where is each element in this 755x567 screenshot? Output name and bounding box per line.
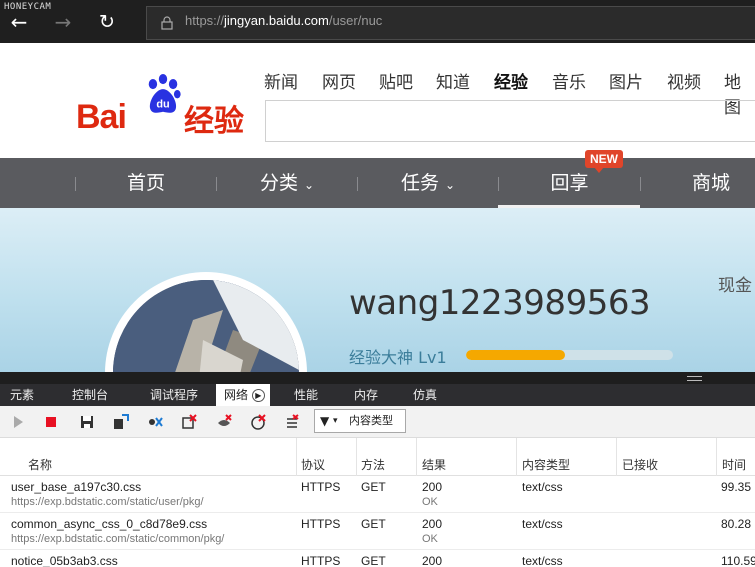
top-link-zhidao[interactable]: 知道 <box>436 68 470 93</box>
tab-memory[interactable]: 内存 <box>344 384 388 406</box>
request-method: GET <box>361 480 386 494</box>
request-status: 200 <box>422 517 443 531</box>
request-content-type: text/css <box>522 480 563 494</box>
lock-icon <box>161 16 173 30</box>
request-protocol: HTTPS <box>301 480 341 494</box>
request-status: 200 <box>422 554 443 567</box>
top-link-tieba[interactable]: 贴吧 <box>379 68 413 93</box>
request-name: user_base_a197c30.css <box>11 480 142 494</box>
request-status-text: OK <box>422 533 438 545</box>
tab-network-label: 网络 <box>224 388 249 402</box>
tab-console[interactable]: 控制台 <box>62 384 118 406</box>
refresh-icon[interactable]: ↻ <box>94 9 120 35</box>
tab-debugger[interactable]: 调试程序 <box>140 384 208 406</box>
column-protocol[interactable]: 协议 <box>301 456 325 473</box>
play-icon[interactable] <box>10 414 26 430</box>
username: wang1223989563 <box>349 283 651 323</box>
table-row[interactable]: user_base_a197c30.css https://exp.bdstat… <box>0 476 755 513</box>
clear-on-navigate-icon[interactable] <box>147 414 163 430</box>
top-link-jingyan[interactable]: 经验 <box>494 68 528 93</box>
nav-mall[interactable]: 商城 <box>641 158 755 208</box>
logo-jingyan-text: 经验 <box>184 104 244 139</box>
stop-icon[interactable] <box>43 414 59 430</box>
nav-tasks-label: 任务 <box>400 172 439 194</box>
devtools-resize-handle[interactable] <box>0 372 755 384</box>
level-progress-fill <box>466 350 566 360</box>
request-name: notice_05b3ab3.css <box>11 554 118 567</box>
request-status: 200 <box>422 480 443 494</box>
logo-du-text: du <box>156 99 169 111</box>
cash-label[interactable]: 现金 <box>718 271 752 296</box>
chevron-down-icon: ▾ <box>333 416 338 426</box>
nav-category-label: 分类 <box>259 172 298 194</box>
arrow-right-icon[interactable]: → <box>50 9 76 35</box>
address-bar[interactable]: https://jingyan.baidu.com/user/nuc <box>146 6 755 40</box>
content-type-filter[interactable]: ▼ ▾ 内容类型 <box>314 409 406 433</box>
profile-banner: wang1223989563 经验大神 Lv1 现金 <box>0 208 755 474</box>
filter-label: 内容类型 <box>349 414 393 427</box>
network-table-header: 名称 协议 方法 结果 内容类型 已接收 时间 <box>0 438 755 476</box>
request-name: common_async_css_0_c8d78e9.css <box>11 517 208 531</box>
browser-toolbar: HONEYCAM ← → ↻ https://jingyan.baidu.com… <box>0 0 755 43</box>
request-path: https://exp.bdstatic.com/static/user/pkg… <box>11 496 204 508</box>
top-link-video[interactable]: 视频 <box>667 68 701 93</box>
top-link-music[interactable]: 音乐 <box>552 68 586 93</box>
chevron-down-icon: ⌄ <box>304 178 315 192</box>
column-result[interactable]: 结果 <box>422 456 446 473</box>
clear-cache-icon[interactable] <box>216 414 232 430</box>
always-refresh-icon[interactable] <box>284 414 300 430</box>
table-row[interactable]: common_async_css_0_c8d78e9.css https://e… <box>0 513 755 550</box>
column-content-type[interactable]: 内容类型 <box>522 456 570 473</box>
request-protocol: HTTPS <box>301 554 341 567</box>
baidu-jingyan-logo[interactable]: Bai du 经验 <box>0 43 265 158</box>
grip-icon[interactable] <box>687 376 702 381</box>
top-link-images[interactable]: 图片 <box>609 68 643 93</box>
tab-performance[interactable]: 性能 <box>284 384 328 406</box>
top-link-news[interactable]: 新闻 <box>264 68 298 93</box>
clear-cookies-icon[interactable] <box>250 414 266 430</box>
url-text: https://jingyan.baidu.com/user/nuc <box>185 13 383 28</box>
save-icon[interactable] <box>79 414 95 430</box>
request-time: 99.35 <box>721 480 752 494</box>
devtools-tabs: 元素 控制台 调试程序 网络 ▶ 性能 内存 仿真 <box>0 384 755 406</box>
new-badge: NEW <box>585 150 623 173</box>
request-method: GET <box>361 517 386 531</box>
column-method[interactable]: 方法 <box>361 456 385 473</box>
request-method: GET <box>361 554 386 567</box>
logo-bai-text: Bai <box>76 98 127 136</box>
request-time: 80.28 <box>721 517 752 531</box>
user-level: 经验大神 Lv1 <box>349 348 447 367</box>
request-status-text: OK <box>422 496 438 508</box>
request-content-type: text/css <box>522 517 563 531</box>
column-received[interactable]: 已接收 <box>622 456 658 473</box>
nav-tasks[interactable]: 任务 ⌄ <box>358 158 498 208</box>
request-content-type: text/css <box>522 554 563 567</box>
filter-icon: ▼ <box>320 414 330 428</box>
request-path: https://exp.bdstatic.com/static/common/p… <box>11 533 225 545</box>
nav-home[interactable]: 首页 <box>76 158 216 208</box>
column-time[interactable]: 时间 <box>722 456 746 473</box>
tab-elements[interactable]: 元素 <box>0 384 44 406</box>
paw-icon: du <box>148 74 181 113</box>
table-row[interactable]: notice_05b3ab3.css HTTPS GET 200 text/cs… <box>0 550 755 567</box>
nav-category[interactable]: 分类 ⌄ <box>217 158 357 208</box>
record-play-icon: ▶ <box>251 389 265 402</box>
top-link-web[interactable]: 网页 <box>322 68 356 93</box>
search-input[interactable] <box>265 100 755 142</box>
column-name[interactable]: 名称 <box>28 456 52 473</box>
clear-entries-icon[interactable] <box>181 414 197 430</box>
request-protocol: HTTPS <box>301 517 341 531</box>
import-har-icon[interactable] <box>113 414 129 430</box>
tab-network[interactable]: 网络 ▶ <box>216 384 270 406</box>
tab-emulation[interactable]: 仿真 <box>403 384 447 406</box>
chevron-down-icon: ⌄ <box>445 178 456 192</box>
request-time: 110.59 <box>721 554 755 567</box>
arrow-left-icon[interactable]: ← <box>6 9 32 35</box>
level-progress-bar <box>466 350 673 360</box>
main-nav: 首页 分类 ⌄ 任务 ⌄ 回享 商城 <box>0 158 755 208</box>
